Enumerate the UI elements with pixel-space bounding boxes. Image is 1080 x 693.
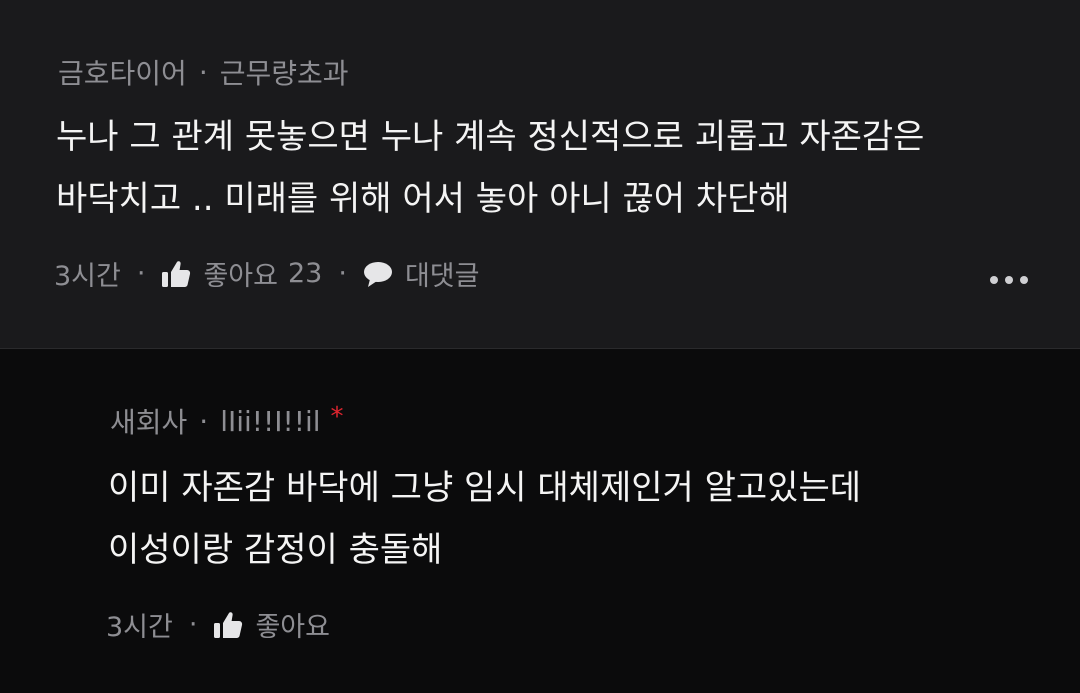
like-label: 좋아요 <box>203 261 278 292</box>
reply-body-line: 이성이랑 감정이 충돌해 <box>108 530 443 570</box>
more-dot <box>1005 276 1013 284</box>
more-dot <box>1020 276 1028 284</box>
reply-author-meta: 새회사 · lIii!!I!!il * <box>110 401 344 441</box>
reply-body: 이미 자존감 바닥에 그냥 임시 대체제인거 알고있는데 이성이랑 감정이 충돌… <box>108 457 861 581</box>
reply-label: 대댓글 <box>404 261 480 292</box>
meta-separator: · <box>198 55 208 89</box>
reply-comment: 새회사 · lIii!!I!!il * 이미 자존감 바닥에 그냥 임시 대체제… <box>0 349 1080 693</box>
comment-body-line: 누나 그 관계 못놓으면 누나 계속 정신적으로 괴롭고 자존감은 <box>56 117 925 157</box>
thumbs-up-icon <box>161 260 191 288</box>
comment-author-company[interactable]: 금호타이어 <box>58 52 187 92</box>
like-count: 23 <box>287 258 323 289</box>
action-separator: · <box>338 258 347 289</box>
comment: 금호타이어 · 근무량초과 누나 그 관계 못놓으면 누나 계속 정신적으로 괴… <box>0 0 1080 349</box>
reply-body-line: 이미 자존감 바닥에 그냥 임시 대체제인거 알고있는데 <box>108 468 862 508</box>
comment-actions: 3시간 · 좋아요 23 · 대댓글 <box>54 254 479 293</box>
comment-body-line: 바닥치고 .. 미래를 위해 어서 놓아 아니 끊어 차단해 <box>56 179 790 219</box>
action-separator: · <box>136 258 146 289</box>
action-separator: · <box>188 609 198 640</box>
comment-author-handle[interactable]: 근무량초과 <box>220 52 349 92</box>
thumbs-up-icon <box>213 611 243 639</box>
more-horizontal-icon <box>990 276 998 284</box>
reply-author-handle[interactable]: lIii!!I!!il <box>220 405 320 438</box>
author-star-badge: * <box>330 402 344 432</box>
meta-separator: · <box>199 404 209 438</box>
reply-actions: 3시간 · 좋아요 <box>106 605 330 644</box>
comment-body: 누나 그 관계 못놓으면 누나 계속 정신적으로 괴롭고 자존감은 바닥치고 .… <box>56 106 924 230</box>
speech-bubble-icon <box>363 260 393 288</box>
comment-time: 3시간 <box>54 261 121 292</box>
reply-like-button[interactable]: 좋아요 <box>213 605 330 644</box>
like-button[interactable]: 좋아요 23 <box>161 254 322 293</box>
comment-author-meta: 금호타이어 · 근무량초과 <box>58 52 349 92</box>
reply-like-label: 좋아요 <box>255 612 330 643</box>
more-options-button[interactable] <box>990 276 1028 284</box>
reply-time: 3시간 <box>106 612 173 643</box>
reply-author-company[interactable]: 새회사 <box>110 401 187 441</box>
reply-button[interactable]: 대댓글 <box>363 254 480 293</box>
